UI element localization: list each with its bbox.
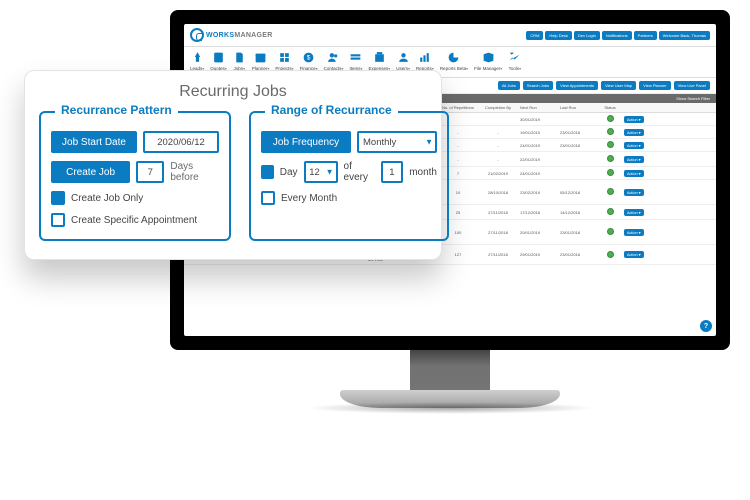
subbar-button[interactable]: All Jobs — [498, 81, 520, 90]
header-pill[interactable]: Notifications — [602, 31, 632, 40]
create-job-days-input[interactable]: 7 — [136, 161, 164, 183]
header-pill[interactable]: Partners — [634, 31, 657, 40]
create-job-only-checkbox[interactable] — [51, 191, 65, 205]
status-ok-icon — [607, 208, 614, 215]
header-pill[interactable]: Help Desk — [545, 31, 571, 40]
job-start-date-label: Job Start Date — [51, 131, 137, 153]
status-ok-icon — [607, 169, 614, 176]
header-pill-row: CRMHelp DeskDev LoginNotificationsPartne… — [526, 31, 710, 40]
toolbar-finance[interactable]: $Finance▾ — [300, 51, 318, 71]
job-frequency-select[interactable]: Monthly ▼ — [357, 131, 437, 153]
right-legend: Range of Recurrance — [265, 103, 398, 117]
every-month-checkbox[interactable] — [261, 191, 275, 205]
job-start-date-input[interactable]: 2020/06/12 — [143, 131, 219, 153]
create-specific-appointment-checkbox[interactable] — [51, 213, 65, 227]
action-button[interactable]: Action ▾ — [624, 229, 644, 236]
toolbar-expenses[interactable]: Expenses▾ — [368, 51, 390, 71]
day-option-checkbox[interactable] — [261, 165, 274, 179]
create-job-only-label: Create Job Only — [71, 193, 143, 204]
action-button[interactable]: Action ▾ — [624, 156, 644, 163]
col-last-run: Last Run — [558, 103, 598, 112]
create-specific-appointment-label: Create Specific Appointment — [71, 215, 197, 226]
subbar-button[interactable]: Search Jobs — [523, 81, 553, 90]
chevron-down-icon: ▼ — [425, 138, 433, 147]
app-logo: WORKSMANAGER — [190, 28, 273, 42]
action-button[interactable]: Action ▾ — [624, 251, 644, 258]
col-next-run: Next Run — [518, 103, 558, 112]
toolbar-planner[interactable]: Planner▾ — [252, 51, 270, 71]
create-job-label: Create Job — [51, 161, 130, 183]
action-button[interactable]: Action ▾ — [624, 129, 644, 136]
action-button[interactable]: Action ▾ — [624, 142, 644, 149]
card-title: Recurring Jobs — [39, 83, 427, 101]
chevron-down-icon: ▼ — [326, 168, 334, 177]
subbar-button[interactable]: View Live Panel — [674, 81, 710, 90]
col-status: Status — [598, 103, 622, 112]
logo-text-2: MANAGER — [234, 32, 272, 39]
toolbar-projects[interactable]: Projects▾ — [275, 51, 293, 71]
toolbar-items[interactable]: Items▾ — [349, 51, 362, 71]
status-ok-icon — [607, 115, 614, 122]
month-label: month — [409, 167, 437, 178]
header-pill[interactable]: Dev Login — [574, 31, 600, 40]
day-label: Day — [280, 167, 298, 178]
filter-label: Show Search Filter — [676, 96, 710, 101]
status-ok-icon — [607, 141, 614, 148]
toolbar-reports-beta[interactable]: Reports Beta▾ — [440, 51, 468, 71]
app-header: WORKSMANAGER CRMHelp DeskDev LoginNotifi… — [184, 24, 716, 47]
range-of-recurrence-fieldset: Range of Recurrance Job Frequency Monthl… — [249, 111, 449, 241]
status-ok-icon — [607, 128, 614, 135]
status-ok-icon — [607, 188, 614, 195]
svg-text:$: $ — [307, 55, 311, 62]
month-count-input[interactable]: 1 — [381, 161, 404, 183]
day-select[interactable]: 12 ▼ — [304, 161, 338, 183]
every-month-label: Every Month — [281, 193, 337, 204]
days-before-label: Days before — [170, 161, 219, 183]
action-button[interactable]: Action ▾ — [624, 209, 644, 216]
recurrence-pattern-fieldset: Recurrance Pattern Job Start Date 2020/0… — [39, 111, 231, 241]
action-button[interactable]: Action ▾ — [624, 170, 644, 177]
toolbar-contacts[interactable]: Contacts▾ — [324, 51, 344, 71]
status-ok-icon — [607, 228, 614, 235]
action-button[interactable]: Action ▾ — [624, 116, 644, 123]
status-ok-icon — [607, 251, 614, 258]
logo-text-1: WORKS — [206, 32, 234, 39]
subbar-button[interactable]: View User Map — [601, 81, 636, 90]
toolbar-reports[interactable]: Reports▾ — [416, 51, 434, 71]
left-legend: Recurrance Pattern — [55, 103, 178, 117]
of-every-label: of every — [344, 161, 375, 183]
job-frequency-label: Job Frequency — [261, 131, 351, 153]
toolbar-tools[interactable]: Tools▾ — [508, 51, 521, 71]
toolbar-quotes[interactable]: Quotes▾ — [210, 51, 227, 71]
monitor-stand-neck — [410, 350, 490, 390]
toolbar-file-manager[interactable]: File Manager▾ — [474, 51, 502, 71]
header-pill[interactable]: CRM — [526, 31, 543, 40]
help-fab[interactable]: ? — [700, 320, 712, 332]
toolbar-jobs[interactable]: Jobs▾ — [233, 51, 246, 71]
recurring-jobs-card: Recurring Jobs Recurrance Pattern Job St… — [24, 70, 442, 260]
toolbar-users[interactable]: Users▾ — [396, 51, 410, 71]
subbar-button[interactable]: View Planner — [639, 81, 671, 90]
header-pill[interactable]: Welcome Back, Thomas — [659, 31, 710, 40]
toolbar-leads[interactable]: Leads▾ — [190, 51, 204, 71]
subbar-button[interactable]: View Appointments — [556, 81, 598, 90]
status-ok-icon — [607, 155, 614, 162]
monitor-shadow — [305, 402, 595, 414]
action-button[interactable]: Action ▾ — [624, 189, 644, 196]
col-completion: Completion By — [478, 103, 518, 112]
logo-e-icon — [190, 28, 204, 42]
